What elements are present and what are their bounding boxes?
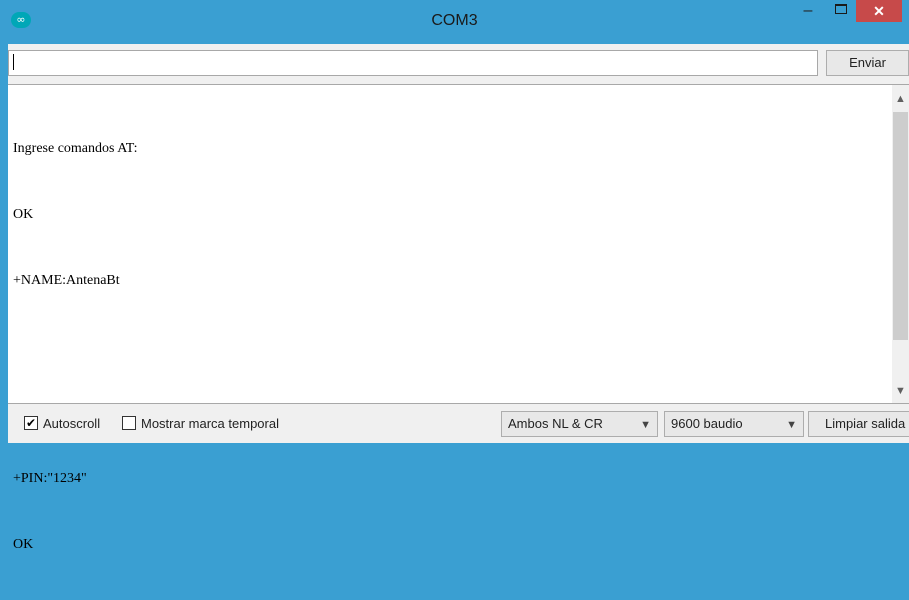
baud-rate-select[interactable]: 9600 baudio ▼ [664, 411, 804, 437]
clear-output-button[interactable]: Limpiar salida [808, 411, 909, 437]
serial-monitor-window: ∞ COM3 – ✕ Enviar Ingrese comandos AT: O… [0, 0, 909, 552]
status-bar: ✔ Autoscroll Mostrar marca temporal Ambo… [8, 404, 909, 443]
maximize-icon [835, 4, 847, 14]
output-lines: Ingrese comandos AT: OK +NAME:AntenaBt O… [13, 94, 138, 600]
output-line: +PIN:"1234" [13, 471, 87, 486]
checkbox-box [122, 416, 136, 430]
checkmark-icon: ✔ [24, 416, 38, 430]
output-line: OK [13, 537, 34, 552]
text-caret [13, 54, 14, 70]
timestamp-label: Mostrar marca temporal [141, 416, 279, 431]
serial-monitor-body: Enviar Ingrese comandos AT: OK +NAME:Ant… [8, 44, 909, 552]
serial-output[interactable]: Ingrese comandos AT: OK +NAME:AntenaBt O… [8, 84, 909, 552]
scroll-thumb[interactable] [893, 112, 908, 340]
autoscroll-label: Autoscroll [43, 416, 101, 431]
output-line: Ingrese comandos AT: [13, 141, 138, 156]
scroll-up-icon[interactable]: ▲ [892, 85, 909, 109]
minimize-button[interactable]: – [790, 0, 826, 20]
scroll-down-icon[interactable]: ▼ [892, 379, 909, 403]
output-line: +NAME:AntenaBt [13, 273, 120, 288]
line-ending-value: Ambos NL & CR [508, 416, 603, 431]
line-ending-select[interactable]: Ambos NL & CR ▼ [501, 411, 658, 437]
maximize-button[interactable] [826, 0, 856, 20]
vertical-scrollbar[interactable]: ▲ ▼ [892, 85, 909, 403]
title-bar[interactable]: ∞ COM3 – ✕ [0, 0, 909, 44]
chevron-down-icon: ▼ [640, 419, 651, 431]
command-input[interactable] [8, 50, 818, 76]
output-line: OK [13, 207, 34, 222]
send-button[interactable]: Enviar [826, 50, 909, 76]
close-button[interactable]: ✕ [856, 0, 902, 22]
baud-rate-value: 9600 baudio [671, 416, 743, 431]
window-title: COM3 [431, 12, 478, 29]
chevron-down-icon: ▼ [786, 419, 797, 431]
